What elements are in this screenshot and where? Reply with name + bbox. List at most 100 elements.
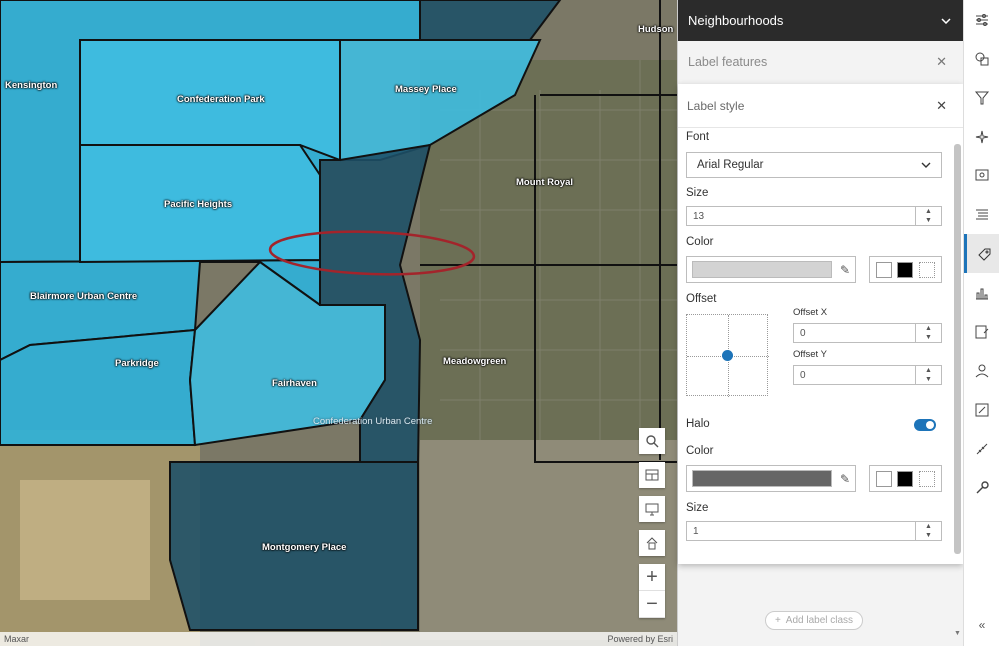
rail-fields-button[interactable]	[964, 195, 999, 234]
attribution-powered-by[interactable]: Powered by Esri	[607, 634, 673, 644]
offset-x-stepper[interactable]: ▲ ▼	[915, 324, 941, 342]
size-input[interactable]: 13 ▲ ▼	[686, 206, 942, 226]
step-up-icon[interactable]: ▲	[925, 325, 932, 332]
styles-icon	[975, 52, 989, 65]
step-down-icon[interactable]: ▼	[925, 217, 932, 224]
rail-edit-button[interactable]	[964, 390, 999, 429]
fields-icon	[976, 209, 988, 219]
double-chevron-left-icon: «	[978, 618, 986, 632]
zoom-out-button[interactable]: −	[639, 591, 665, 618]
search-icon	[646, 435, 659, 448]
map-label-blairmore: Blairmore Urban Centre	[30, 291, 138, 302]
white-swatch[interactable]	[875, 261, 892, 278]
rail-configure-button[interactable]	[964, 312, 999, 351]
black-swatch[interactable]	[897, 470, 914, 487]
home-icon	[646, 537, 658, 550]
rail-effects-button[interactable]	[964, 117, 999, 156]
map-view[interactable]: Kensington Confederation Park Massey Pla…	[0, 0, 677, 646]
font-select-value: Arial Regular	[697, 159, 764, 171]
add-label-class-text: Add label class	[785, 615, 854, 626]
rail-popups-button[interactable]	[964, 156, 999, 195]
map-label-confederation-park: Confederation Park	[177, 94, 265, 105]
step-down-icon[interactable]: ▼	[925, 532, 932, 539]
halo-color-picker[interactable]: ✎	[686, 465, 856, 492]
measure-icon	[976, 443, 988, 454]
pencil-icon[interactable]: ✎	[840, 472, 850, 486]
offset-y-value: 0	[800, 369, 806, 381]
map-label-kensington: Kensington	[5, 80, 58, 91]
font-label: Font	[686, 131, 710, 143]
map-label-meadowgreen: Meadowgreen	[443, 356, 507, 367]
halo-toggle[interactable]	[914, 419, 936, 431]
no-color-swatch[interactable]	[919, 470, 936, 487]
fullscreen-button[interactable]	[639, 496, 665, 522]
pencil-icon[interactable]: ✎	[840, 263, 850, 277]
tool-rail: «	[963, 0, 999, 646]
chevron-down-icon[interactable]	[941, 17, 951, 24]
rail-charts-button[interactable]	[964, 273, 999, 312]
rail-properties-button[interactable]	[964, 0, 999, 39]
offset-x-input[interactable]: 0 ▲ ▼	[793, 323, 942, 343]
step-up-icon[interactable]: ▲	[925, 523, 932, 530]
halo-size-value: 1	[693, 525, 699, 537]
step-up-icon[interactable]: ▲	[925, 367, 932, 374]
halo-quick-colors	[869, 465, 942, 492]
minus-icon: −	[646, 592, 658, 615]
collapse-panel-button[interactable]: «	[964, 618, 999, 632]
zoom-in-button[interactable]: +	[639, 564, 665, 591]
offset-grid[interactable]	[686, 314, 769, 397]
step-up-icon[interactable]: ▲	[925, 208, 932, 215]
rail-styles-button[interactable]	[964, 39, 999, 78]
size-label: Size	[686, 187, 709, 199]
configure-icon	[975, 325, 989, 338]
rail-labels-button[interactable]	[964, 234, 999, 273]
offset-y-stepper[interactable]: ▲ ▼	[915, 366, 941, 384]
white-swatch[interactable]	[875, 470, 892, 487]
halo-size-label: Size	[686, 502, 709, 514]
plus-icon: +	[774, 615, 781, 626]
label-style-scrollbar[interactable]	[954, 144, 961, 554]
step-down-icon[interactable]: ▼	[925, 334, 932, 341]
label-features-header: Label features ✕	[678, 41, 963, 82]
rail-measure-button[interactable]	[964, 429, 999, 468]
add-label-class-button[interactable]: + Add label class	[765, 611, 863, 630]
map-label-confederation-urban-centre: Confederation Urban Centre	[313, 416, 433, 427]
color-picker[interactable]: ✎	[686, 256, 856, 283]
rail-wrench-button[interactable]	[964, 468, 999, 507]
popups-icon	[975, 169, 989, 180]
map-label-massey-place: Massey Place	[395, 84, 457, 95]
attribution-bar: Maxar Powered by Esri	[0, 632, 677, 646]
layer-header[interactable]: Neighbourhoods	[678, 0, 963, 41]
label-style-header: Label style ✕	[678, 84, 963, 128]
plus-icon: +	[646, 565, 658, 588]
label-style-body: Font Arial Regular Size 13 ▲ ▼ Color ✎ Of…	[678, 128, 952, 564]
edit-icon	[975, 403, 989, 416]
rail-sketch-button[interactable]	[964, 351, 999, 390]
halo-size-input[interactable]: 1 ▲ ▼	[686, 521, 942, 541]
halo-size-stepper[interactable]: ▲ ▼	[915, 522, 941, 540]
search-button[interactable]	[639, 428, 665, 454]
color-swatch[interactable]	[692, 261, 832, 278]
no-color-swatch[interactable]	[919, 261, 936, 278]
size-stepper[interactable]: ▲ ▼	[915, 207, 941, 225]
scroll-down-icon[interactable]: ▼	[954, 630, 961, 637]
close-icon[interactable]: ✕	[936, 54, 947, 70]
properties-icon	[976, 13, 988, 26]
halo-color-swatch[interactable]	[692, 470, 832, 487]
wrench-icon	[976, 480, 989, 493]
offset-handle[interactable]	[722, 350, 733, 361]
close-label-style-icon[interactable]: ✕	[936, 98, 947, 114]
size-input-value: 13	[693, 210, 705, 222]
map-label-montgomery-place: Montgomery Place	[262, 542, 347, 553]
offset-y-input[interactable]: 0 ▲ ▼	[793, 365, 942, 385]
home-button[interactable]	[639, 530, 665, 556]
font-select[interactable]: Arial Regular	[686, 152, 942, 178]
sketch-icon	[975, 364, 989, 377]
halo-label: Halo	[686, 418, 710, 430]
label-style-title: Label style	[687, 98, 745, 113]
rail-filter-button[interactable]	[964, 78, 999, 117]
map-toolbar: + −	[639, 428, 665, 618]
black-swatch[interactable]	[897, 261, 914, 278]
step-down-icon[interactable]: ▼	[925, 376, 932, 383]
basemap-button[interactable]	[639, 462, 665, 488]
